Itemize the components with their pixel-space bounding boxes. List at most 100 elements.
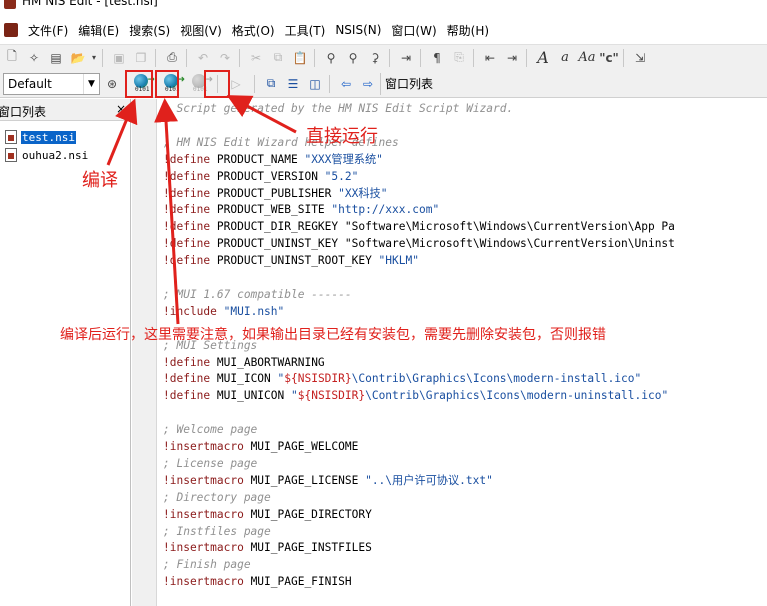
separator [155,48,156,67]
separator [623,48,624,67]
window-title: HM NIS Edit - [test.nsi] [22,0,158,8]
menu-search[interactable]: 搜索(S) [129,20,170,41]
menu-format[interactable]: 格式(O) [232,20,275,41]
separator [254,74,255,93]
menu-help[interactable]: 帮助(H) [447,20,489,41]
file-name: test.nsi [21,130,76,144]
annotation-compile: 编译 [82,170,118,191]
menu-file[interactable]: 文件(F) [28,20,68,41]
paste-icon[interactable]: 📋 [290,48,310,68]
code-line: !define PRODUCT_PUBLISHER "XX科技" [163,186,388,200]
close-icon[interactable]: × [116,102,126,116]
menu-nsis[interactable]: NSIS(N) [335,21,381,39]
nsis-toolbar: Default ▼ ⊛ ➜ 0101 ➜ 0101 ➜ 0101 ▷ ⧉ ☰ ◫… [0,70,767,98]
tile-horizontal-icon[interactable]: ☰ [283,74,303,94]
separator [239,48,240,67]
separator [186,48,187,67]
code-line: !insertmacro MUI_PAGE_DIRECTORY [163,507,372,521]
code-line: ; License page [163,456,258,470]
code-line: !insertmacro MUI_PAGE_LICENSE "..\用户许可协议… [163,473,493,487]
run-highlight [204,70,230,98]
fold-icon[interactable]: ⊛ [102,74,122,94]
separator [314,48,315,67]
save-all-icon[interactable]: ❐ [131,48,151,68]
code-line: !define PRODUCT_DIR_REGKEY "Software\Mic… [163,220,675,234]
pilcrow-icon[interactable]: ¶ [427,48,447,68]
open-dropdown-icon[interactable]: ▾ [90,48,98,68]
code-line: ; Welcome page [163,423,258,437]
file-name: ouhua2.nsi [22,148,89,162]
style-combo-value: Default [8,76,52,91]
code-line: ; MUI 1.67 compatible ------ [163,287,352,301]
separator [102,48,103,67]
code-line: !define PRODUCT_UNINST_KEY "Software\Mic… [163,237,675,251]
indent-icon[interactable]: ⇤ [480,48,500,68]
insert-icon[interactable]: ⇲ [630,48,650,68]
document-icon[interactable] [4,23,18,37]
title-bar: HM NIS Edit - [test.nsi] [0,0,767,18]
code-line: !define PRODUCT_VERSION "5.2" [163,169,359,183]
font-small-icon[interactable]: a [555,48,575,68]
style-combo[interactable]: Default ▼ [3,72,100,95]
new-file-icon[interactable]: 🗋 [2,48,22,68]
separator [389,48,390,67]
page-setup-icon[interactable]: ⎘ [449,48,469,68]
code-line: ; Finish page [163,558,251,572]
replace-icon[interactable]: ⚳ [365,48,385,68]
copy-icon[interactable]: ⧉ [268,48,288,68]
panel-header: 窗口列表 × [0,99,130,121]
menu-bar: 文件(F) 编辑(E) 搜索(S) 视图(V) 格式(O) 工具(T) NSIS… [0,18,767,42]
font-large-icon[interactable]: A [533,48,553,68]
code-line: ; Instfiles page [163,524,271,538]
file-item-test[interactable]: test.nsi [5,129,130,145]
find-icon[interactable]: ⚲ [321,48,341,68]
template-icon[interactable]: ▤ [46,48,66,68]
goto-line-icon[interactable]: ⇥ [396,48,416,68]
separator [526,48,527,67]
code-line: !define MUI_ABORTWARNING [163,355,325,369]
quote-char-icon[interactable]: "c" [599,48,619,68]
nsi-file-icon [5,130,17,144]
code-line: ; Directory page [163,490,271,504]
editor-gutter [137,99,157,606]
undo-icon[interactable]: ↶ [193,48,213,68]
outdent-icon[interactable]: ⇥ [502,48,522,68]
separator [329,74,330,93]
redo-icon[interactable]: ↷ [215,48,235,68]
chevron-down-icon[interactable]: ▼ [83,73,99,94]
cascade-windows-icon[interactable]: ⧉ [261,74,281,94]
next-window-icon[interactable]: ⇨ [358,74,378,94]
code-line: !insertmacro MUI_PAGE_FINISH [163,575,352,589]
separator [420,48,421,67]
tile-vertical-icon[interactable]: ◫ [305,74,325,94]
separator [473,48,474,67]
menu-window[interactable]: 窗口(W) [391,20,436,41]
compile-run-highlight [155,70,179,98]
code-line: !include "MUI.nsh" [163,304,285,318]
main-toolbar: 🗋 ✧ ▤ 📂 ▾ ▣ ❐ ⎙ ↶ ↷ ✂ ⧉ 📋 ⚲ ⚲ ⚳ ⇥ ¶ ⎘ ⇤ … [0,44,767,70]
file-item-ouhua2[interactable]: ouhua2.nsi [5,147,130,163]
annotation-run: 直接运行 [306,126,378,147]
menu-view[interactable]: 视图(V) [180,20,222,41]
print-icon[interactable]: ⎙ [162,48,182,68]
code-line: !insertmacro MUI_PAGE_WELCOME [163,440,359,453]
compile-highlight [125,70,153,98]
code-line: !define PRODUCT_NAME "XXX管理系统" [163,152,383,166]
wizard-icon[interactable]: ✧ [24,48,44,68]
open-folder-icon[interactable]: 📂 [68,48,88,68]
find-next-icon[interactable]: ⚲ [343,48,363,68]
save-icon[interactable]: ▣ [109,48,129,68]
menu-edit[interactable]: 编辑(E) [78,20,119,41]
font-case-icon[interactable]: Aa [577,48,597,68]
window-list-button[interactable]: 窗口列表 [380,72,437,95]
app-icon [4,0,16,9]
prev-window-icon[interactable]: ⇦ [336,74,356,94]
cut-icon[interactable]: ✂ [246,48,266,68]
code-line: !define PRODUCT_WEB_SITE "http://xxx.com… [163,203,440,217]
code-line: ; Script generated by the HM NIS Edit Sc… [163,102,514,115]
code-line: !define MUI_ICON "${NSISDIR}\Contrib\Gra… [163,372,642,386]
code-line: !insertmacro MUI_PAGE_INSTFILES [163,541,372,555]
menu-tools[interactable]: 工具(T) [285,20,326,41]
code-editor[interactable]: ; Script generated by the HM NIS Edit Sc… [158,99,767,606]
nsi-file-icon [5,148,17,162]
